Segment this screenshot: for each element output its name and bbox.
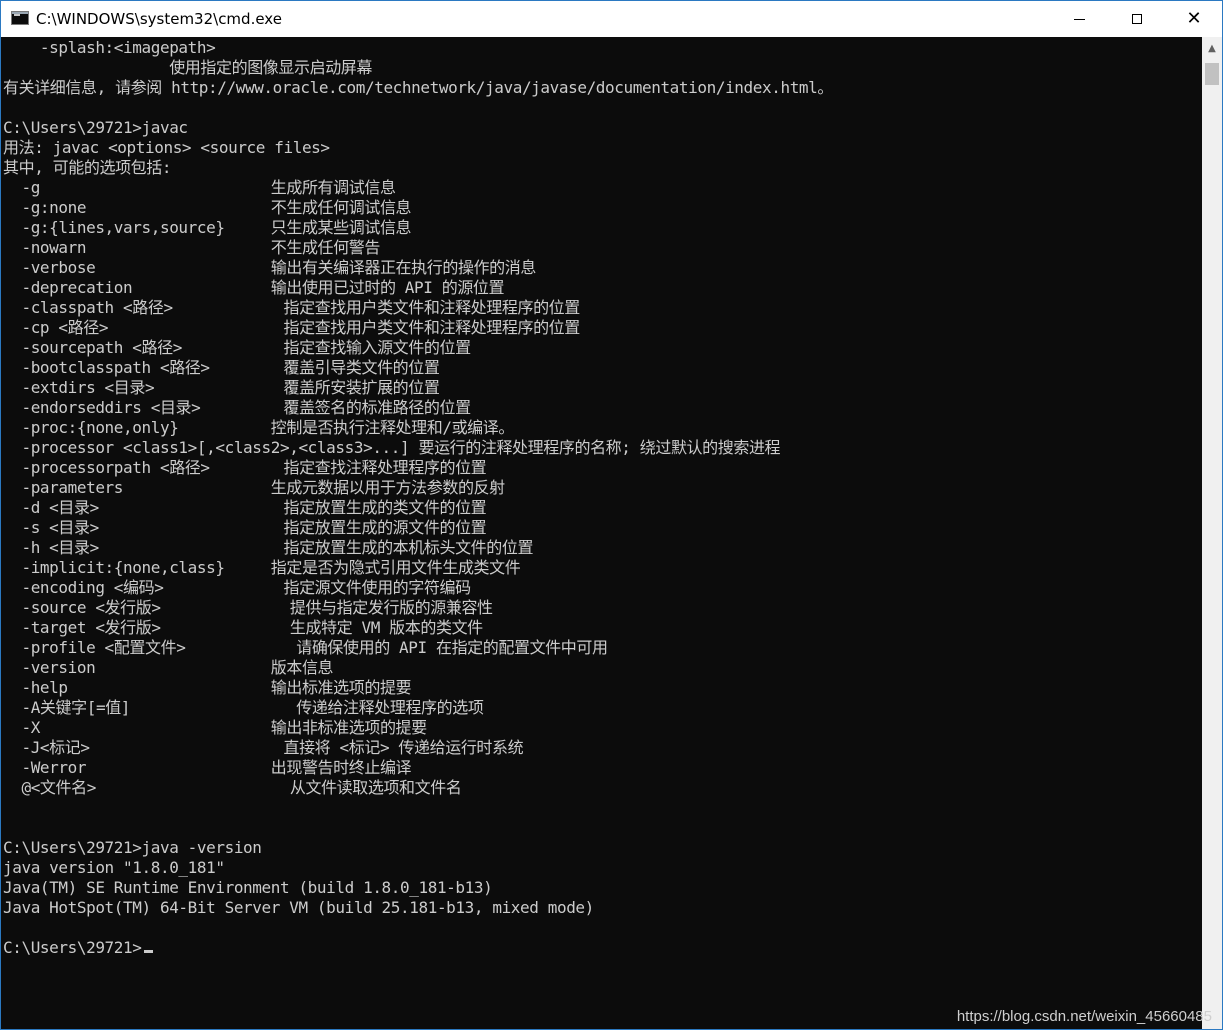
title-bar[interactable]: C:\WINDOWS\system32\cmd.exe ✕ [1,1,1222,37]
console-line: -processor <class1>[,<class2>,<class3>..… [3,438,781,457]
console-line: -source <发行版> 提供与指定发行版的源兼容性 [3,598,493,617]
console-line: -d <目录> 指定放置生成的类文件的位置 [3,498,487,517]
console-line: java version "1.8.0_181" [3,858,225,877]
console-line: -endorseddirs <目录> 覆盖签名的标准路径的位置 [3,398,471,417]
vertical-scrollbar[interactable]: ▲ [1202,37,1222,1029]
console-line: 使用指定的图像显示启动屏幕 [3,58,372,77]
console-line: -cp <路径> 指定查找用户类文件和注释处理程序的位置 [3,318,580,337]
console-line: Java(TM) SE Runtime Environment (build 1… [3,878,493,897]
console-line: -version 版本信息 [3,658,334,677]
console-line: -X 输出非标准选项的提要 [3,718,427,737]
console-line: Java HotSpot(TM) 64-Bit Server VM (build… [3,898,594,917]
console-line: -parameters 生成元数据以用于方法参数的反射 [3,478,505,497]
console-line: -verbose 输出有关编译器正在执行的操作的消息 [3,258,536,277]
console-line: -deprecation 输出使用已过时的 API 的源位置 [3,278,505,297]
console-line: @<文件名> 从文件读取选项和文件名 [3,778,462,797]
console-line: -h <目录> 指定放置生成的本机标头文件的位置 [3,538,534,557]
console-line: -g:{lines,vars,source} 只生成某些调试信息 [3,218,412,237]
console-line: -s <目录> 指定放置生成的源文件的位置 [3,518,487,537]
console-line: -A关键字[=值] 传递给注释处理程序的选项 [3,698,484,717]
console-line: -bootclasspath <路径> 覆盖引导类文件的位置 [3,358,440,377]
close-button[interactable]: ✕ [1165,1,1223,37]
console-line: -Werror 出现警告时终止编译 [3,758,412,777]
prompt-text: C:\Users\29721> [3,938,142,957]
cmd-app-icon[interactable] [11,11,29,25]
minimize-icon [1073,18,1085,20]
console-line: C:\Users\29721>java -version [3,838,262,857]
console-line: 用法: javac <options> <source files> [3,138,330,157]
console-line: -g 生成所有调试信息 [3,178,396,197]
console-line: -encoding <编码> 指定源文件使用的字符编码 [3,578,471,597]
console-line: -proc:{none,only} 控制是否执行注释处理和/或编译。 [3,418,514,437]
maximize-icon [1132,14,1142,24]
console-line: -classpath <路径> 指定查找用户类文件和注释处理程序的位置 [3,298,580,317]
console-line: 有关详细信息, 请参阅 http://www.oracle.com/techne… [3,78,833,97]
watermark: https://blog.csdn.net/weixin_45660485 [956,1008,1212,1025]
console-line: -processorpath <路径> 指定查找注释处理程序的位置 [3,458,487,477]
console-line: -g:none 不生成任何调试信息 [3,198,412,217]
console-output[interactable]: -splash:<imagepath> 使用指定的图像显示启动屏幕 有关详细信息,… [1,37,1202,1029]
cmd-window: C:\WINDOWS\system32\cmd.exe ✕ -splash:<i… [0,0,1223,1030]
window-title: C:\WINDOWS\system32\cmd.exe [36,10,282,28]
close-icon: ✕ [1186,8,1202,29]
console-lines: -splash:<imagepath> 使用指定的图像显示启动屏幕 有关详细信息,… [3,38,833,958]
console-line: -splash:<imagepath> [3,38,216,57]
console-line: -sourcepath <路径> 指定查找输入源文件的位置 [3,338,471,357]
console-line: -implicit:{none,class} 指定是否为隐式引用文件生成类文件 [3,558,521,577]
console-line: -extdirs <目录> 覆盖所安装扩展的位置 [3,378,440,397]
minimize-button[interactable] [1050,1,1108,37]
console-line: -help 输出标准选项的提要 [3,678,412,697]
scroll-thumb[interactable] [1205,63,1219,85]
console-line: -target <发行版> 生成特定 VM 版本的类文件 [3,618,483,637]
console-line: -J<标记> 直接将 <标记> 传递给运行时系统 [3,738,524,757]
prompt-line[interactable]: C:\Users\29721> [3,938,833,958]
console-line: C:\Users\29721>javac [3,118,188,137]
maximize-button[interactable] [1108,1,1166,37]
console-line: -nowarn 不生成任何警告 [3,238,380,257]
console-line: 其中, 可能的选项包括: [3,158,172,177]
text-cursor [143,950,153,953]
scroll-up-arrow-icon[interactable]: ▲ [1202,37,1222,59]
console-line: -profile <配置文件> 请确保使用的 API 在指定的配置文件中可用 [3,638,608,657]
